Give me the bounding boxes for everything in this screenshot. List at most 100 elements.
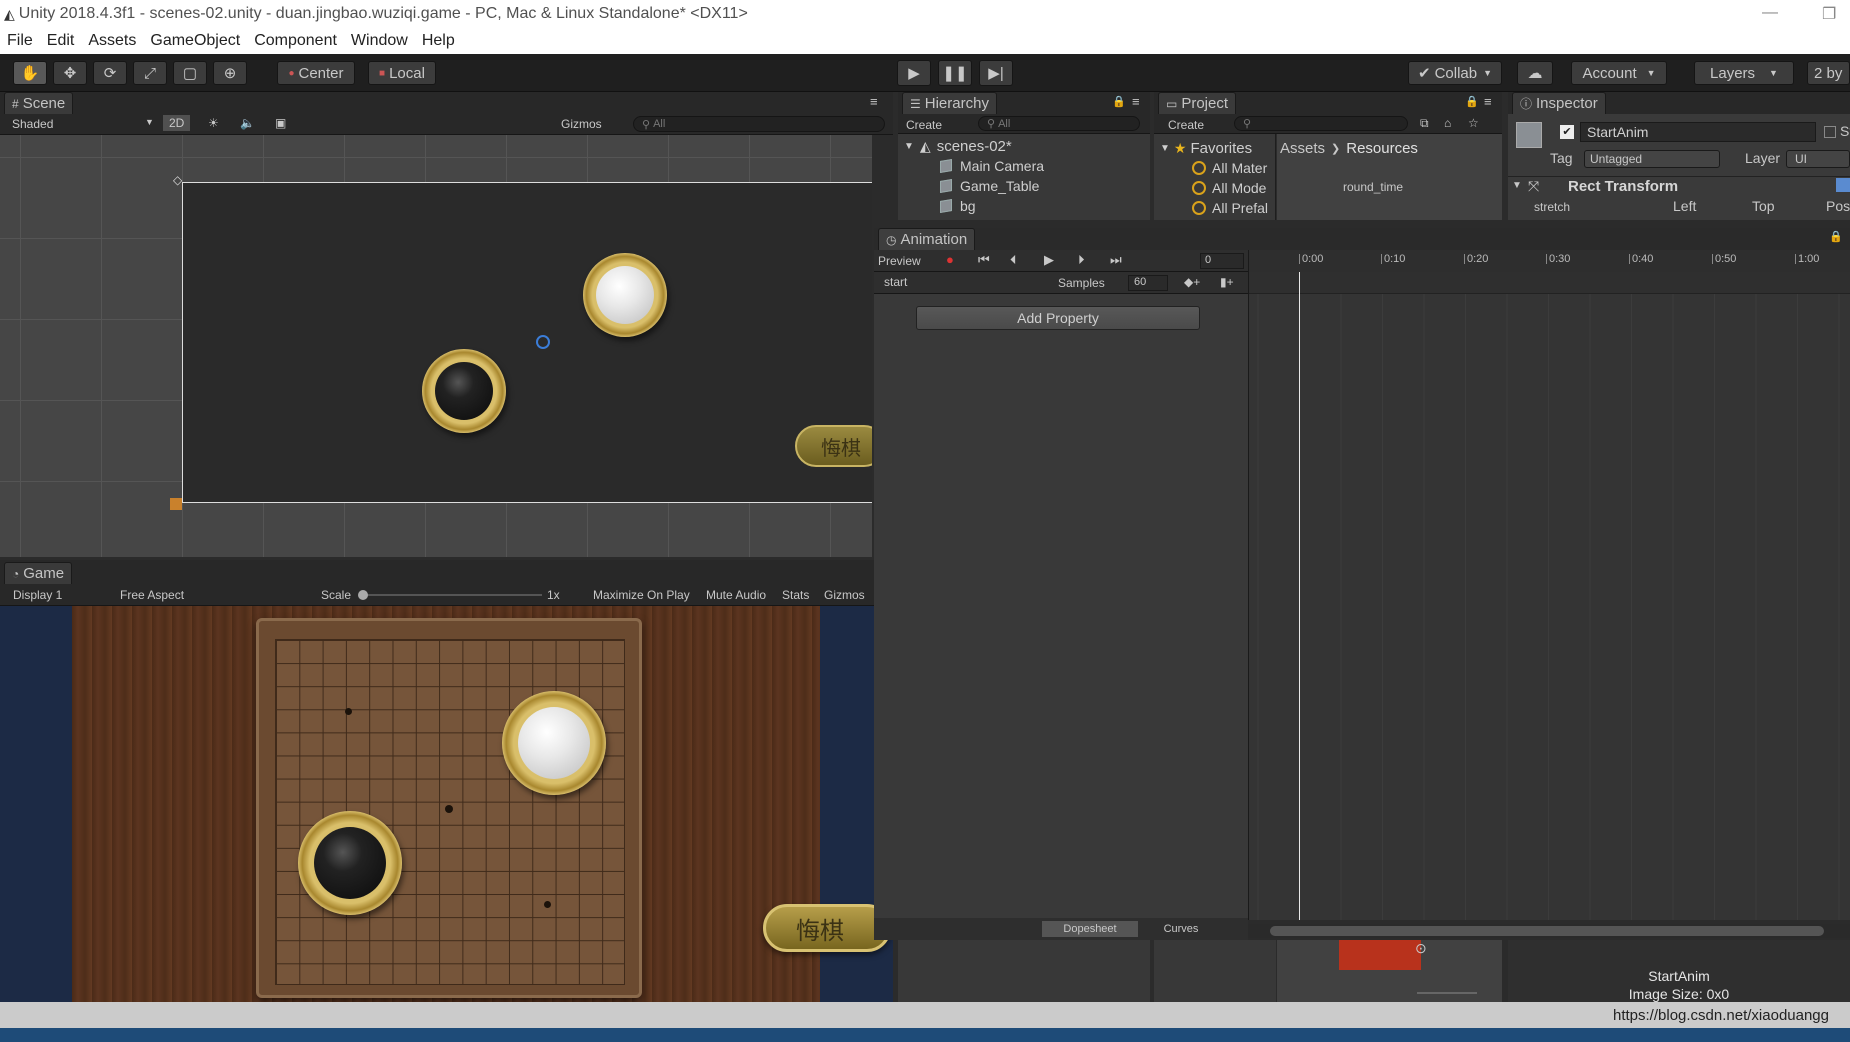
asset-thumbnail[interactable] <box>1339 940 1421 970</box>
panel-menu-icon[interactable]: ≡ <box>1132 94 1140 109</box>
lock-icon[interactable]: 🔒 <box>1829 230 1843 243</box>
menu-assets[interactable]: Assets <box>81 32 143 50</box>
add-property-button[interactable]: Add Property <box>916 306 1200 330</box>
breadcrumb-assets[interactable]: Assets <box>1280 140 1325 157</box>
favorites-header[interactable]: ▼ ★ Favorites <box>1154 138 1275 158</box>
rect-tool-icon[interactable]: ▢ <box>173 61 207 85</box>
scrollbar-thumb[interactable] <box>1270 926 1824 936</box>
minimize-button[interactable]: — <box>1762 4 1778 22</box>
image-effects-icon[interactable]: ▣ <box>275 116 286 130</box>
transform-tool-icon[interactable]: ⊕ <box>213 61 247 85</box>
playhead[interactable] <box>1299 272 1300 920</box>
active-checkbox[interactable]: ✔ <box>1560 125 1574 139</box>
next-frame-icon[interactable]: ⏵ <box>1078 252 1085 268</box>
play-button[interactable]: ▶ <box>897 60 931 86</box>
restore-button[interactable]: ❐ <box>1822 4 1836 24</box>
tab-animation[interactable]: ◷ Animation <box>878 228 976 250</box>
project-search-input[interactable]: ⚲ <box>1234 116 1408 131</box>
dopesheet-area[interactable] <box>1248 272 1850 920</box>
gizmos-dropdown[interactable]: Gizmos <box>561 117 602 131</box>
favorite-star-icon[interactable]: ☆ <box>1468 116 1479 130</box>
game-viewport[interactable]: 悔棋 <box>0 606 893 1002</box>
frame-field[interactable]: 0 <box>1200 253 1244 269</box>
aspect-dropdown[interactable]: Free Aspect <box>120 588 184 602</box>
hierarchy-item[interactable]: bg <box>898 196 1150 216</box>
audio-icon[interactable]: 🔈 <box>240 116 255 130</box>
panel-menu-icon[interactable]: ≡ <box>1484 94 1492 109</box>
project-create-dropdown[interactable]: Create <box>1168 118 1204 132</box>
filter-type-icon[interactable]: ⧉ <box>1420 116 1429 131</box>
add-keyframe-icon[interactable]: ◆+ <box>1184 275 1200 289</box>
pivot-center-button[interactable]: ● Center <box>277 61 355 85</box>
menu-file[interactable]: File <box>0 32 40 50</box>
display-dropdown[interactable]: Display 1 <box>13 588 62 602</box>
scale-tool-icon[interactable]: ⤢ <box>133 61 167 85</box>
lock-icon[interactable]: 🔒 <box>1112 95 1126 108</box>
tab-project[interactable]: ▭ Project <box>1158 92 1237 114</box>
help-icon[interactable] <box>1836 178 1850 192</box>
shading-dropdown[interactable]: Shaded <box>12 117 53 131</box>
breadcrumb-resources[interactable]: Resources <box>1346 140 1418 157</box>
curves-tab[interactable]: Curves <box>1140 921 1222 937</box>
menu-window[interactable]: Window <box>344 32 415 50</box>
first-frame-icon[interactable]: ⏮ <box>978 252 990 268</box>
scale-slider-thumb[interactable] <box>358 590 368 600</box>
rotate-tool-icon[interactable]: ⟳ <box>93 61 127 85</box>
move-tool-icon[interactable]: ✥ <box>53 61 87 85</box>
menu-help[interactable]: Help <box>415 32 462 50</box>
2d-toggle[interactable]: 2D <box>163 115 191 131</box>
menu-edit[interactable]: Edit <box>40 32 82 50</box>
scale-slider[interactable] <box>358 590 542 600</box>
event-lane[interactable] <box>1249 272 1850 294</box>
lighting-icon[interactable]: ☀ <box>208 116 219 130</box>
layers-dropdown[interactable]: Layers ▼ <box>1694 61 1794 85</box>
tab-inspector[interactable]: ⓘ Inspector <box>1512 92 1606 114</box>
pivot-local-button[interactable]: ■ Local <box>368 61 436 85</box>
scene-root[interactable]: ▼ ◭ scenes-02* <box>898 136 1150 156</box>
mute-audio-toggle[interactable]: Mute Audio <box>706 588 766 602</box>
object-name-field[interactable]: StartAnim <box>1580 122 1816 142</box>
dopesheet-tab[interactable]: Dopesheet <box>1042 921 1138 937</box>
anchor-handle[interactable]: ◇ <box>173 173 187 187</box>
asset-item[interactable]: round_time <box>1343 180 1403 194</box>
record-icon[interactable]: ● <box>946 252 954 267</box>
stats-toggle[interactable]: Stats <box>782 588 809 602</box>
favorite-item[interactable]: All Mode <box>1154 178 1275 198</box>
maximize-on-play-toggle[interactable]: Maximize On Play <box>593 588 690 602</box>
hierarchy-item[interactable]: Main Camera <box>898 156 1150 176</box>
layer-dropdown[interactable]: UI <box>1786 150 1850 168</box>
undo-button[interactable]: 悔棋 <box>763 904 891 952</box>
favorite-item[interactable]: All Prefal <box>1154 198 1275 218</box>
step-button[interactable]: ▶| <box>979 60 1013 86</box>
timeline-ruler[interactable]: 0:00 0:10 0:20 0:30 0:40 0:50 1:00 <box>1248 250 1850 272</box>
tab-scene[interactable]: # Scene <box>4 92 74 114</box>
pause-button[interactable]: ❚❚ <box>938 60 972 86</box>
hierarchy-create-dropdown[interactable]: Create <box>906 118 942 132</box>
static-checkbox[interactable] <box>1824 126 1836 138</box>
tab-hierarchy[interactable]: ☰ Hierarchy <box>902 92 997 114</box>
filter-label-icon[interactable]: ⌂ <box>1444 116 1451 130</box>
horizontal-scrollbar[interactable] <box>1248 924 1850 938</box>
clip-dropdown[interactable]: start <box>880 275 1050 291</box>
foldout-arrow-icon[interactable]: ▼ <box>1512 180 1522 191</box>
last-frame-icon[interactable]: ⏭ <box>1110 252 1122 268</box>
cloud-button[interactable]: ☁ <box>1517 61 1553 85</box>
lock-icon[interactable]: 🔒 <box>1465 95 1479 108</box>
menu-gameobject[interactable]: GameObject <box>143 32 247 50</box>
favorite-item[interactable]: All Mater <box>1154 158 1275 178</box>
pivot-handle[interactable] <box>536 335 550 349</box>
add-event-icon[interactable]: ▮+ <box>1220 275 1234 289</box>
hand-tool-icon[interactable]: ✋ <box>13 61 47 85</box>
samples-field[interactable]: 60 <box>1128 275 1168 291</box>
play-icon[interactable]: ▶ <box>1044 252 1054 268</box>
thumbnail-size-slider[interactable] <box>1417 992 1477 994</box>
account-dropdown[interactable]: Account ▼ <box>1571 61 1667 85</box>
hierarchy-item[interactable]: Game_Table <box>898 176 1150 196</box>
prev-frame-icon[interactable]: ⏴ <box>1010 252 1017 268</box>
preview-toggle[interactable]: Preview <box>878 254 921 268</box>
scene-canvas[interactable]: ◇ 悔棋 <box>0 135 872 557</box>
hierarchy-search-input[interactable]: ⚲ All <box>978 116 1140 131</box>
play-icon[interactable]: ⊙ <box>1415 940 1427 957</box>
collab-dropdown[interactable]: ✔ Collab ▼ <box>1408 61 1502 85</box>
scene-search-input[interactable]: ⚲ All <box>633 116 885 132</box>
